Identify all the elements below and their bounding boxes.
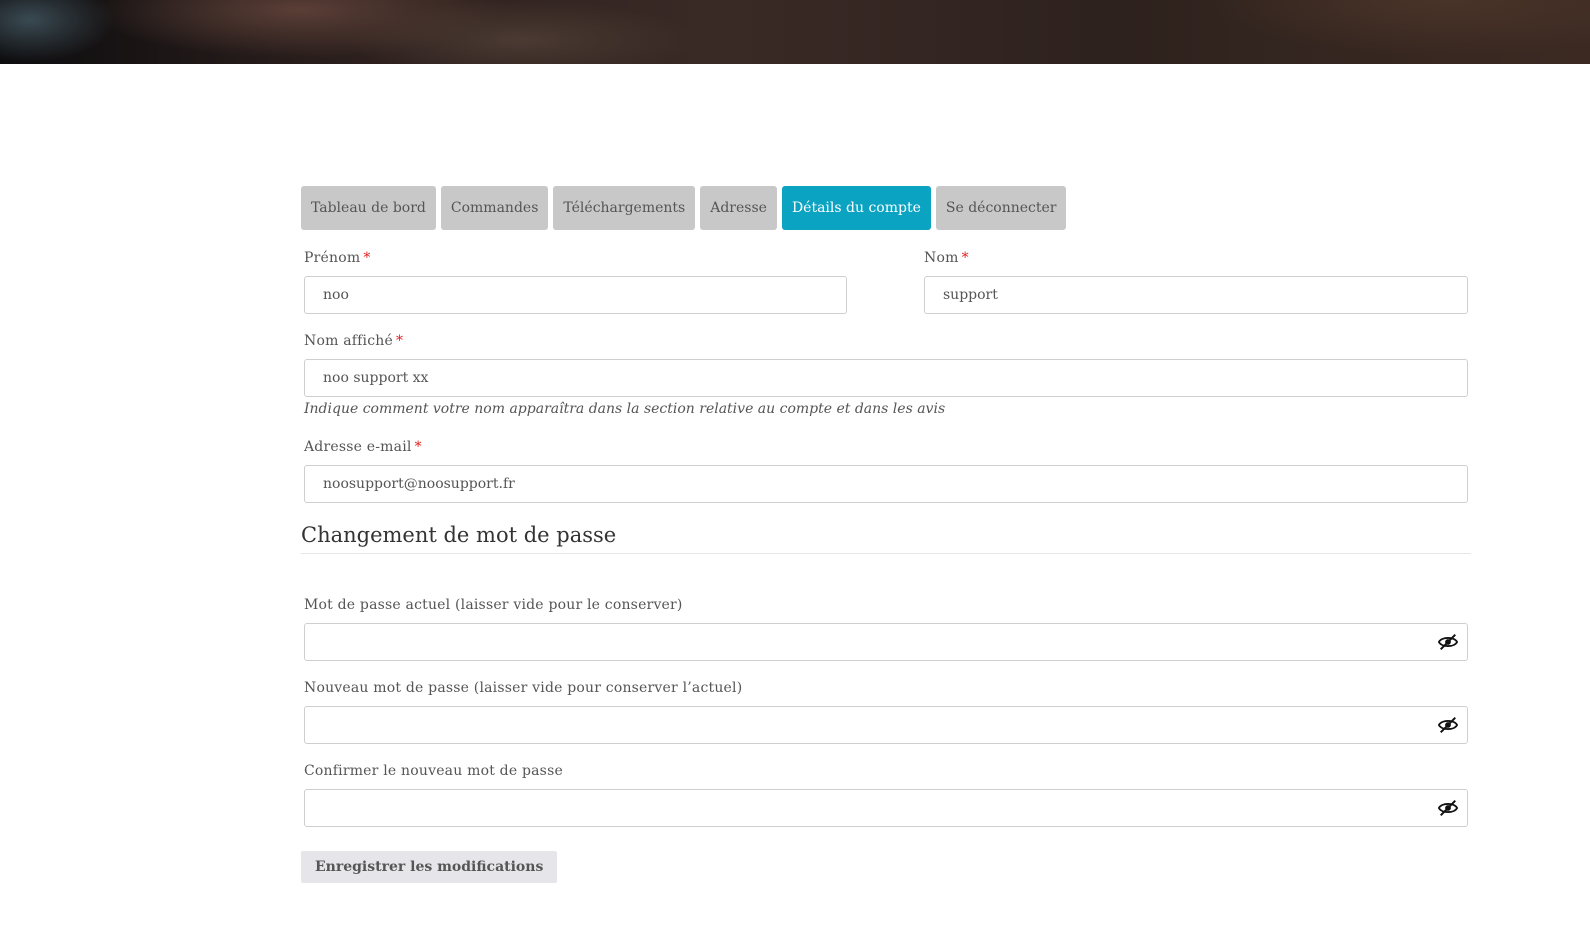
required-marker: * bbox=[414, 439, 422, 455]
new-password-group: Nouveau mot de passe (laisser vide pour … bbox=[304, 680, 1468, 744]
email-label: Adresse e-mail * bbox=[304, 439, 422, 455]
confirm-password-label: Confirmer le nouveau mot de passe bbox=[304, 763, 563, 779]
confirm-password-field[interactable] bbox=[304, 789, 1468, 827]
required-marker: * bbox=[363, 250, 371, 266]
display-name-label: Nom affiché * bbox=[304, 333, 404, 349]
first-name-label: Prénom * bbox=[304, 250, 371, 266]
display-name-group: Nom affiché * noo support xx Indique comm… bbox=[304, 333, 1468, 417]
tab-dashboard[interactable]: Tableau de bord bbox=[301, 186, 436, 230]
tab-orders[interactable]: Commandes bbox=[440, 186, 549, 230]
current-password-group: Mot de passe actuel (laisser vide pour l… bbox=[304, 597, 1468, 661]
email-group: Adresse e-mail * noosupport@noosupport.fr bbox=[304, 439, 1468, 503]
new-password-field[interactable] bbox=[304, 706, 1468, 744]
required-marker: * bbox=[395, 333, 404, 349]
last-name-label: Nom * bbox=[924, 250, 969, 266]
current-password-field[interactable] bbox=[304, 623, 1468, 661]
save-changes-button[interactable]: Enregistrer les modifications bbox=[301, 851, 558, 883]
password-section-title: Changement de mot de passe bbox=[301, 523, 1471, 554]
current-password-label: Mot de passe actuel (laisser vide pour l… bbox=[304, 597, 683, 613]
first-name-group: Prénom * noo bbox=[304, 250, 847, 314]
eye-slash-icon[interactable] bbox=[1437, 632, 1459, 652]
display-name-hint: Indique comment votre nom apparaîtra dan… bbox=[304, 401, 946, 417]
tab-account-details[interactable]: Détails du compte bbox=[781, 186, 931, 230]
tab-address[interactable]: Adresse bbox=[700, 186, 777, 230]
required-marker: * bbox=[961, 250, 969, 266]
eye-slash-icon[interactable] bbox=[1437, 715, 1459, 735]
tab-downloads[interactable]: Téléchargements bbox=[553, 186, 696, 230]
account-navigation: Tableau de bord Commandes Téléchargement… bbox=[301, 186, 1471, 230]
display-name-field[interactable]: noo support xx bbox=[304, 359, 1468, 397]
first-name-field[interactable]: noo bbox=[304, 276, 847, 314]
hero-banner-image bbox=[0, 0, 1590, 64]
tab-logout[interactable]: Se déconnecter bbox=[935, 186, 1067, 230]
new-password-label: Nouveau mot de passe (laisser vide pour … bbox=[304, 680, 743, 696]
email-field[interactable]: noosupport@noosupport.fr bbox=[304, 465, 1468, 503]
account-content: Tableau de bord Commandes Téléchargement… bbox=[301, 186, 1471, 883]
last-name-field[interactable]: support bbox=[924, 276, 1468, 314]
last-name-group: Nom * support bbox=[924, 250, 1468, 314]
confirm-password-group: Confirmer le nouveau mot de passe bbox=[304, 763, 1468, 827]
eye-slash-icon[interactable] bbox=[1437, 798, 1459, 818]
